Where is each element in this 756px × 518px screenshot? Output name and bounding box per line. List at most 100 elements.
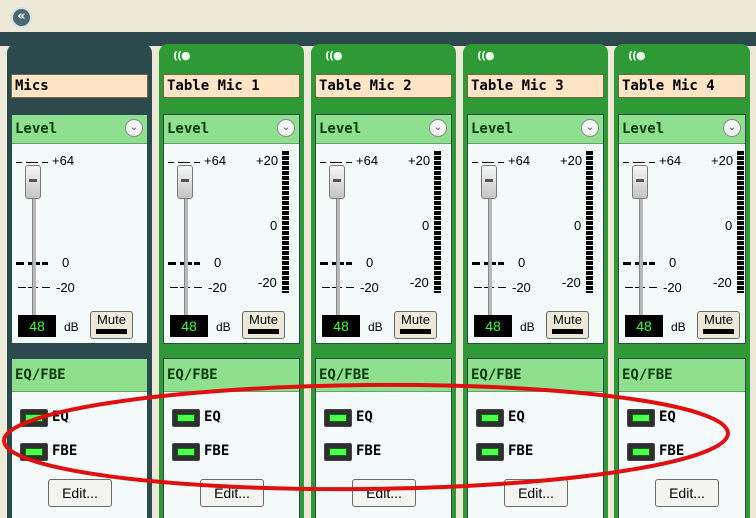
level-title-label: Level <box>622 121 665 137</box>
gain-display: 48 <box>322 315 360 337</box>
tick <box>16 262 24 265</box>
level-title: Level ⌄ <box>619 115 745 144</box>
db-label: dB <box>64 320 79 334</box>
meter-scale-bottom: -20 <box>562 275 581 290</box>
eq-led <box>25 414 43 422</box>
fader-thumb[interactable] <box>481 165 497 199</box>
fader-scale-top: +64 <box>52 153 75 168</box>
level-meter <box>737 151 744 293</box>
eq-toggle[interactable] <box>627 409 655 427</box>
eq-fbe-panel: EQ/FBE EQ FBE Edit... <box>163 358 300 518</box>
fbe-label: FBE <box>204 443 230 459</box>
double-chevron-down-icon[interactable]: ⌄ <box>581 119 599 137</box>
mute-button[interactable]: Mute <box>90 311 133 339</box>
double-chevron-left-icon[interactable]: « <box>11 7 32 28</box>
eq-fbe-title: EQ/FBE <box>619 359 745 392</box>
edit-button[interactable]: Edit... <box>48 479 112 507</box>
meter-scale-top: +20 <box>711 153 734 168</box>
level-meter <box>282 151 289 293</box>
eq-fbe-panel: EQ/FBE EQ FBE Edit... <box>467 358 604 518</box>
edit-button[interactable]: Edit... <box>655 479 719 507</box>
gain-display: 48 <box>474 315 512 337</box>
level-meter <box>434 151 441 293</box>
level-meter <box>586 151 593 293</box>
fbe-toggle[interactable] <box>172 443 200 461</box>
fader-scale-top: +64 <box>356 153 379 168</box>
meter-scale-bottom: -20 <box>713 275 732 290</box>
tick <box>194 262 200 265</box>
fader-scale-bottom: -20 <box>56 280 75 295</box>
fader-thumb[interactable] <box>177 165 193 199</box>
eq-led <box>481 414 499 422</box>
fbe-toggle[interactable] <box>627 443 655 461</box>
tick <box>330 162 342 163</box>
double-chevron-down-icon[interactable]: ⌄ <box>429 119 447 137</box>
level-panel: Level ⌄ +64 0 -20 48 dB Mute <box>11 114 148 344</box>
edit-button[interactable]: Edit... <box>504 479 568 507</box>
fader-thumb[interactable] <box>329 165 345 199</box>
edit-button[interactable]: Edit... <box>352 479 416 507</box>
meter-scale-top: +20 <box>560 153 583 168</box>
meter-scale-mid: 0 <box>574 218 582 233</box>
mic-icon: ((● <box>325 49 343 62</box>
tick <box>633 162 645 163</box>
edit-button[interactable]: Edit... <box>200 479 264 507</box>
fader-thumb[interactable] <box>25 165 41 199</box>
fbe-label: FBE <box>52 443 78 459</box>
eq-label: EQ <box>52 409 69 425</box>
tick <box>168 262 176 265</box>
level-title: Level ⌄ <box>12 115 147 144</box>
fader-scale-bottom: -20 <box>208 280 227 295</box>
mute-indicator <box>400 329 431 334</box>
tick <box>168 162 174 163</box>
fader-thumb[interactable] <box>632 165 648 199</box>
tick <box>42 287 50 288</box>
tick <box>625 287 633 288</box>
eq-fbe-panel: EQ/FBE EQ FBE Edit... <box>618 358 746 518</box>
channel-strip-4: ((● Table Mic 3 Level ⌄ +64 0 -20 +20 0 <box>463 44 608 518</box>
mute-indicator <box>703 329 734 334</box>
fbe-toggle[interactable] <box>20 443 48 461</box>
fbe-led <box>25 448 43 456</box>
eq-led <box>329 414 347 422</box>
channel-strip-1: Mics Level ⌄ +64 0 -20 48 dB Mute EQ/FBE… <box>7 44 152 518</box>
mute-button[interactable]: Mute <box>394 311 437 339</box>
channel-name: Table Mic 3 <box>467 74 604 98</box>
mute-label: Mute <box>553 312 582 327</box>
fbe-led <box>481 448 499 456</box>
mute-label: Mute <box>704 312 733 327</box>
double-chevron-down-icon[interactable]: ⌄ <box>723 119 741 137</box>
eq-toggle[interactable] <box>172 409 200 427</box>
double-chevron-down-icon[interactable]: ⌄ <box>125 119 143 137</box>
fader-scale-top: +64 <box>204 153 227 168</box>
tick <box>320 162 326 163</box>
level-panel: Level ⌄ +64 0 -20 +20 0 -20 48 dB Mute <box>315 114 452 344</box>
mute-button[interactable]: Mute <box>242 311 285 339</box>
tick <box>322 287 330 288</box>
tick <box>498 162 504 163</box>
eq-toggle[interactable] <box>20 409 48 427</box>
mic-icon: ((● <box>628 49 646 62</box>
db-label: dB <box>216 320 231 334</box>
fbe-toggle[interactable] <box>324 443 352 461</box>
mute-button[interactable]: Mute <box>546 311 589 339</box>
fbe-toggle[interactable] <box>476 443 504 461</box>
eq-toggle[interactable] <box>476 409 504 427</box>
meter-scale-bottom: -20 <box>410 275 429 290</box>
channel-strip-5: ((● Table Mic 4 Level ⌄ +64 0 -20 +20 0 <box>614 44 750 518</box>
double-chevron-down-icon[interactable]: ⌄ <box>277 119 295 137</box>
eq-label: EQ <box>659 409 676 425</box>
tick <box>42 262 48 265</box>
gain-display: 48 <box>170 315 208 337</box>
tick <box>474 287 482 288</box>
eq-toggle[interactable] <box>324 409 352 427</box>
level-panel: Level ⌄ +64 0 -20 +20 0 -20 48 dB Mute <box>618 114 746 344</box>
eq-fbe-panel: EQ/FBE EQ FBE Edit... <box>11 358 148 518</box>
mute-button[interactable]: Mute <box>697 311 740 339</box>
fbe-label: FBE <box>356 443 382 459</box>
eq-label: EQ <box>356 409 373 425</box>
mic-icon: ((● <box>173 49 191 62</box>
eq-fbe-title: EQ/FBE <box>164 359 299 392</box>
eq-label: EQ <box>204 409 221 425</box>
tick <box>320 262 328 265</box>
